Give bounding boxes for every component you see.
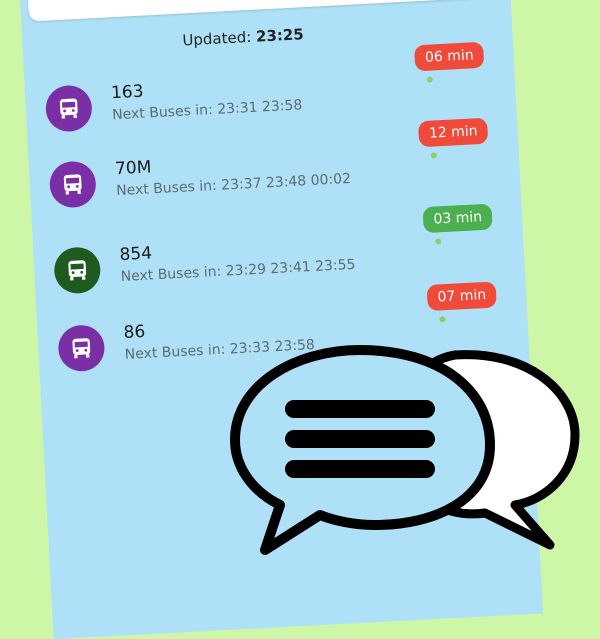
bus-icon — [48, 160, 97, 209]
bus-number: 70M — [114, 157, 152, 180]
bus-icon — [44, 84, 94, 133]
updated-status: Updated: 23:25 — [182, 25, 304, 49]
bus-next-times: Next Buses in: 23:29 23:41 23:55 — [120, 256, 356, 286]
bus-number: 163 — [110, 81, 145, 104]
top-card[interactable] — [27, 0, 479, 22]
updated-time: 23:25 — [255, 25, 305, 46]
eta-badge: 07 min — [426, 281, 497, 312]
eta-badge: 06 min — [414, 41, 485, 72]
eta-indicator-dot — [426, 76, 433, 83]
chat-bubbles-icon — [230, 345, 580, 555]
bus-icon — [53, 246, 102, 295]
eta-badge: 03 min — [422, 203, 493, 234]
bus-number: 86 — [123, 321, 146, 343]
bus-number: 854 — [119, 243, 153, 266]
eta-indicator-dot — [439, 316, 446, 323]
eta-indicator-dot — [430, 152, 437, 159]
eta-badge: 12 min — [418, 117, 489, 148]
bus-next-times: Next Buses in: 23:37 23:48 00:02 — [115, 170, 352, 200]
bus-next-times: Next Buses in: 23:31 23:58 — [111, 97, 303, 124]
eta-indicator-dot — [435, 238, 442, 245]
bus-icon — [57, 324, 106, 373]
updated-label: Updated: — [181, 27, 252, 50]
